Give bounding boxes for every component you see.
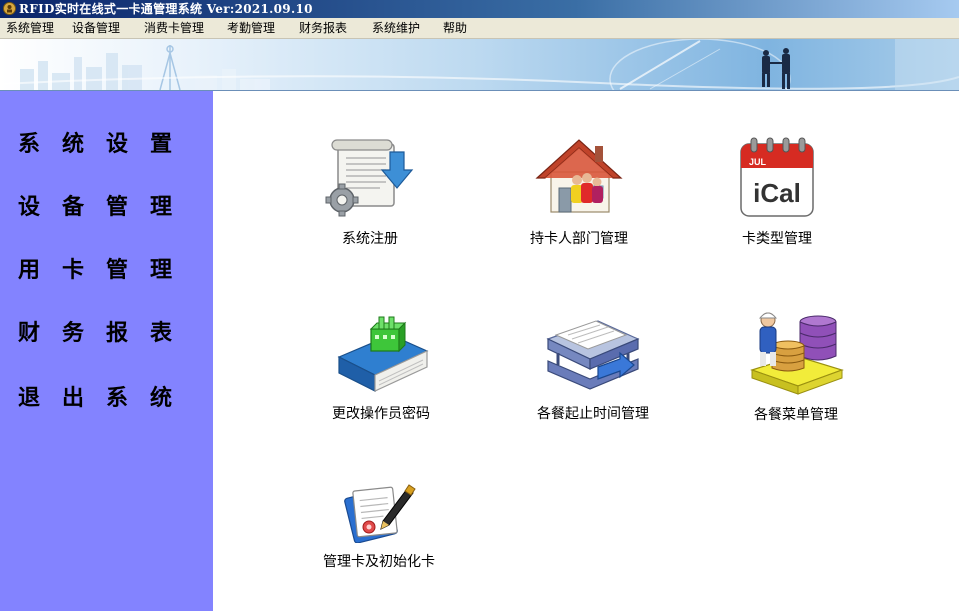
system-register-label: 系统注册 [342,231,398,247]
sidebar-item-system-settings[interactable]: 系统设置 [18,126,198,158]
header-banner [0,39,959,91]
calendar-month-text: JUL [749,157,767,167]
sidebar-item-financial-reports[interactable]: 财务报表 [18,315,198,347]
calendar-ical-text: iCal [753,178,801,208]
menu-financial-reports[interactable]: 财务报表 [299,18,347,38]
meal-menu-management-button[interactable]: 各餐菜单管理 [706,306,886,424]
handshake-people-figures [762,48,790,89]
meal-menu-database-icon [750,312,844,395]
cardholder-house-icon [535,139,623,213]
meal-time-management-button[interactable]: 各餐起止时间管理 [503,309,683,423]
title-bar: RFID实时在线式一卡通管理系统 Ver:2021.09.10 [0,0,959,18]
meal-time-management-label: 各餐起止时间管理 [537,406,649,422]
cardholder-department-label: 持卡人部门管理 [530,231,628,247]
left-sidebar: 系统设置 设备管理 用卡管理 财务报表 退出系统 [0,91,213,611]
meal-time-tray-icon [546,320,640,390]
window-title: RFID实时在线式一卡通管理系统 Ver:2021.09.10 [19,2,313,16]
card-type-label: 卡类型管理 [742,231,812,247]
init-card-document-icon [344,484,416,543]
menu-bar: 系统管理 设备管理 消费卡管理 考勤管理 财务报表 系统维护 帮助 [0,18,959,39]
meal-menu-management-label: 各餐菜单管理 [754,407,838,423]
cardholder-department-button[interactable]: 持卡人部门管理 [489,134,669,248]
manage-init-card-button[interactable]: 管理卡及初始化卡 [289,479,469,571]
operator-password-book-icon [337,316,429,392]
sidebar-item-device-management[interactable]: 设备管理 [18,189,198,221]
system-register-icon [325,139,414,217]
card-type-button[interactable]: JUL iCal 卡类型管理 [687,134,867,248]
menu-system-maintenance[interactable]: 系统维护 [372,18,420,38]
sidebar-item-exit-system[interactable]: 退出系统 [18,380,198,412]
menu-attendance-management[interactable]: 考勤管理 [227,18,275,38]
menu-consume-card-management[interactable]: 消费卡管理 [144,18,204,38]
city-skyline-banner-image [0,39,959,90]
main-panel: 系统注册 持卡人部门管理 JUL iCal 卡类型管理 更改操作员密码 各餐起止… [213,91,959,611]
change-operator-password-button[interactable]: 更改操作员密码 [291,313,471,423]
ical-calendar-icon: JUL iCal [740,137,814,217]
sidebar-item-card-management[interactable]: 用卡管理 [18,252,198,284]
system-register-button[interactable]: 系统注册 [280,136,460,248]
menu-system-management[interactable]: 系统管理 [6,18,54,38]
manage-init-card-label: 管理卡及初始化卡 [323,554,435,570]
change-operator-password-label: 更改操作员密码 [332,406,430,422]
menu-device-management[interactable]: 设备管理 [72,18,120,38]
app-icon [3,2,16,15]
menu-help[interactable]: 帮助 [443,18,467,38]
